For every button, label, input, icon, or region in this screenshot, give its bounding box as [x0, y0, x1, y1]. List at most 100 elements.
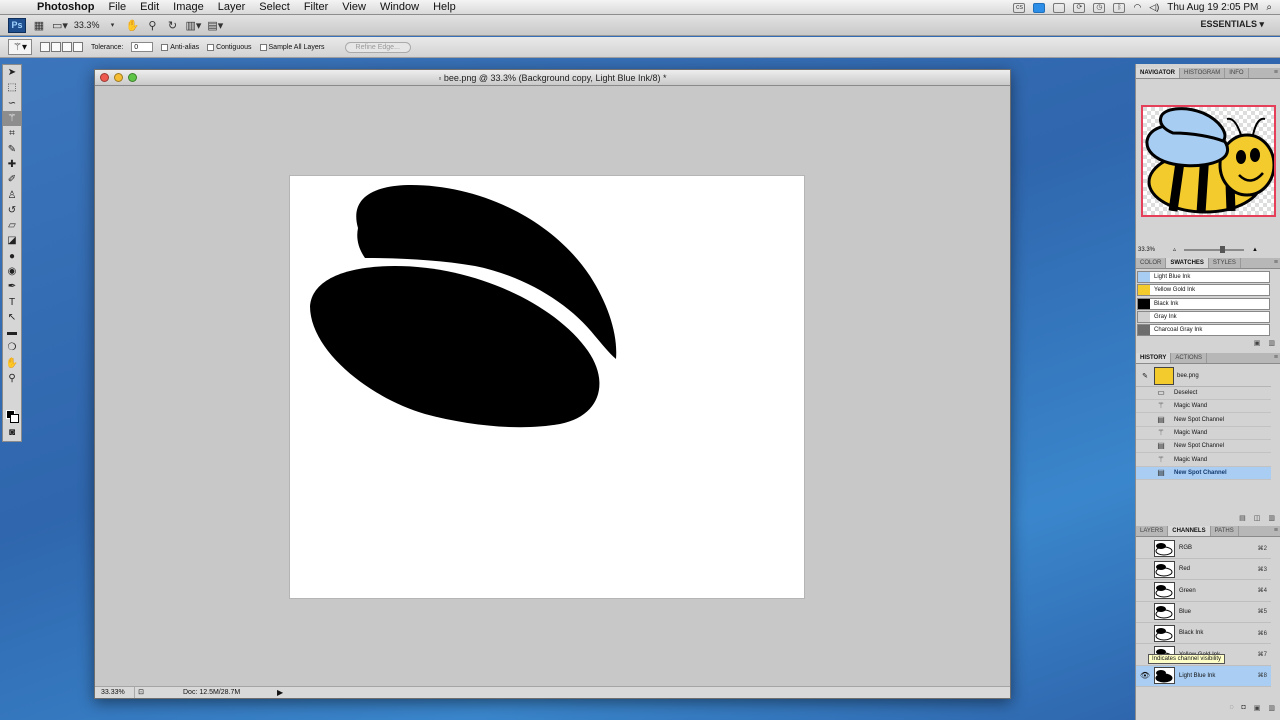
save-selection-icon[interactable]: ◘: [1242, 704, 1246, 715]
shape-tool-icon[interactable]: ▬: [3, 325, 21, 340]
channel-row[interactable]: Red ⌘3: [1136, 559, 1271, 581]
spotlight-icon[interactable]: ⌕: [1266, 2, 1272, 13]
zoom-window-button[interactable]: [128, 73, 137, 82]
delete-channel-icon[interactable]: ▥: [1268, 704, 1275, 715]
volume-icon[interactable]: ◁): [1149, 2, 1159, 13]
contiguous-checkbox[interactable]: Contiguous: [207, 43, 252, 51]
menu-help[interactable]: Help: [426, 0, 463, 15]
slider-knob[interactable]: [1220, 246, 1226, 253]
bluetooth-icon[interactable]: ᛒ: [1113, 2, 1126, 13]
brush-tool-icon[interactable]: ✐: [3, 172, 21, 187]
navigator-thumbnail[interactable]: [1141, 105, 1276, 217]
channel-row[interactable]: RGB ⌘2: [1136, 538, 1271, 559]
snapshot-source-icon[interactable]: ✎: [1136, 372, 1154, 380]
zoom-tool-icon[interactable]: ⚲: [3, 371, 21, 386]
history-step[interactable]: ▤ New Spot Channel: [1136, 466, 1271, 480]
anti-alias-checkbox[interactable]: Anti-alias: [161, 43, 199, 51]
tolerance-input[interactable]: 0: [131, 42, 154, 52]
healing-brush-icon[interactable]: ✚: [3, 157, 21, 172]
menu-filter[interactable]: Filter: [297, 0, 335, 15]
marquee-tool-icon[interactable]: ⬚: [3, 80, 21, 95]
tab-color[interactable]: COLOR: [1136, 258, 1167, 268]
document-title-bar[interactable]: ▫ bee.png @ 33.3% (Background copy, Ligh…: [95, 70, 1010, 86]
history-step[interactable]: ▤ New Spot Channel: [1136, 440, 1271, 454]
navigator-zoom-slider[interactable]: [1184, 246, 1245, 253]
add-selection-icon[interactable]: [51, 42, 61, 52]
move-tool-icon[interactable]: ➤: [3, 65, 21, 80]
channel-row[interactable]: Green ⌘4: [1136, 581, 1271, 602]
history-step[interactable]: ⚚ Magic Wand: [1136, 400, 1271, 414]
tab-info[interactable]: INFO: [1225, 68, 1249, 78]
menu-photoshop[interactable]: Photoshop: [30, 0, 101, 15]
menu-file[interactable]: File: [101, 0, 133, 15]
tab-styles[interactable]: STYLES: [1209, 258, 1241, 268]
bridge-icon[interactable]: ▦: [32, 18, 46, 32]
magic-wand-tool-icon[interactable]: ⚚: [3, 110, 21, 127]
channel-row[interactable]: Blue ⌘5: [1136, 602, 1271, 623]
eye-icon[interactable]: 👁: [1136, 671, 1154, 680]
navigator-zoom[interactable]: 33.3%: [1138, 245, 1155, 255]
paint-bucket-icon[interactable]: ◪: [3, 233, 21, 248]
history-step[interactable]: ⚚ Magic Wand: [1136, 427, 1271, 440]
selection-mode-buttons[interactable]: [40, 42, 83, 52]
quick-mask-icon[interactable]: ◙: [3, 425, 21, 440]
panel-menu-icon[interactable]: ≡: [1274, 353, 1278, 363]
clone-stamp-icon[interactable]: ♙: [3, 187, 21, 202]
zoom-tool-icon[interactable]: ⚲: [145, 18, 159, 32]
menu-view[interactable]: View: [335, 0, 373, 15]
panel-menu-icon[interactable]: ≡: [1274, 68, 1278, 78]
history-step[interactable]: ▭ Deselect: [1136, 387, 1271, 400]
swatch-item[interactable]: Gray Ink: [1137, 310, 1270, 323]
zoom-level-select[interactable]: 33.3%: [74, 20, 100, 30]
new-document-from-state-icon[interactable]: ▤: [1239, 514, 1246, 525]
app-status-icon[interactable]: [1033, 2, 1046, 13]
clock[interactable]: Thu Aug 19 2:05 PM: [1167, 2, 1258, 13]
cs-status-icon[interactable]: cs: [1013, 2, 1026, 13]
view-extras-icon[interactable]: ▭▾: [52, 18, 68, 32]
close-window-button[interactable]: [100, 73, 109, 82]
menu-edit[interactable]: Edit: [133, 0, 166, 15]
chevron-down-icon[interactable]: ▾: [105, 18, 119, 32]
tab-actions[interactable]: ACTIONS: [1171, 353, 1208, 363]
history-step[interactable]: ▤ New Spot Channel: [1136, 414, 1271, 427]
hand-tool-icon[interactable]: ✋: [125, 18, 140, 32]
status-menu-arrow-icon[interactable]: ▶: [277, 687, 283, 698]
magic-wand-preset-icon[interactable]: ⚚▾: [8, 39, 32, 55]
arrange-documents-icon[interactable]: ▥▾: [185, 18, 201, 32]
new-selection-icon[interactable]: [40, 42, 50, 52]
panel-menu-icon[interactable]: ≡: [1274, 258, 1278, 268]
menu-layer[interactable]: Layer: [211, 0, 253, 15]
sample-all-layers-checkbox[interactable]: Sample All Layers: [259, 43, 325, 51]
eyedropper-tool-icon[interactable]: ✎: [3, 141, 21, 156]
lasso-tool-icon[interactable]: ∽: [3, 96, 21, 111]
wifi-icon[interactable]: ◠: [1133, 2, 1141, 13]
tab-paths[interactable]: PATHS: [1211, 526, 1239, 536]
zoom-out-icon[interactable]: ▵: [1173, 245, 1176, 255]
eraser-tool-icon[interactable]: ▱: [3, 218, 21, 233]
tab-history[interactable]: HISTORY: [1136, 353, 1172, 363]
new-snapshot-icon[interactable]: ◫: [1254, 514, 1261, 525]
dodge-tool-icon[interactable]: ◉: [3, 264, 21, 279]
workspace-switcher[interactable]: ESSENTIALS ▾: [1200, 19, 1264, 30]
background-color-swatch[interactable]: [10, 414, 19, 423]
swatch-item[interactable]: Black Ink: [1137, 297, 1270, 310]
delete-state-icon[interactable]: ▥: [1268, 514, 1275, 525]
type-tool-icon[interactable]: T: [3, 294, 21, 309]
screen-icon[interactable]: [1053, 2, 1066, 13]
swatch-item[interactable]: Yellow Gold Ink: [1137, 284, 1270, 297]
status-preview-icon[interactable]: ⊡: [135, 687, 147, 698]
tab-layers[interactable]: LAYERS: [1136, 526, 1169, 536]
new-swatch-icon[interactable]: ▣: [1254, 339, 1261, 350]
path-selection-icon[interactable]: ↖: [3, 310, 21, 325]
tab-channels[interactable]: CHANNELS: [1168, 526, 1211, 536]
3d-rotate-icon[interactable]: ❍: [3, 340, 21, 355]
history-step[interactable]: ⚚ Magic Wand: [1136, 454, 1271, 467]
tab-navigator[interactable]: NAVIGATOR: [1136, 68, 1181, 78]
new-channel-icon[interactable]: ▣: [1254, 704, 1261, 715]
intersect-selection-icon[interactable]: [73, 42, 83, 52]
channel-row[interactable]: 👁 Light Blue Ink ⌘8: [1136, 665, 1271, 687]
swatch-item[interactable]: Charcoal Gray Ink: [1137, 324, 1270, 337]
subtract-selection-icon[interactable]: [62, 42, 72, 52]
channel-row[interactable]: Black Ink ⌘6: [1136, 623, 1271, 645]
menu-select[interactable]: Select: [252, 0, 297, 15]
